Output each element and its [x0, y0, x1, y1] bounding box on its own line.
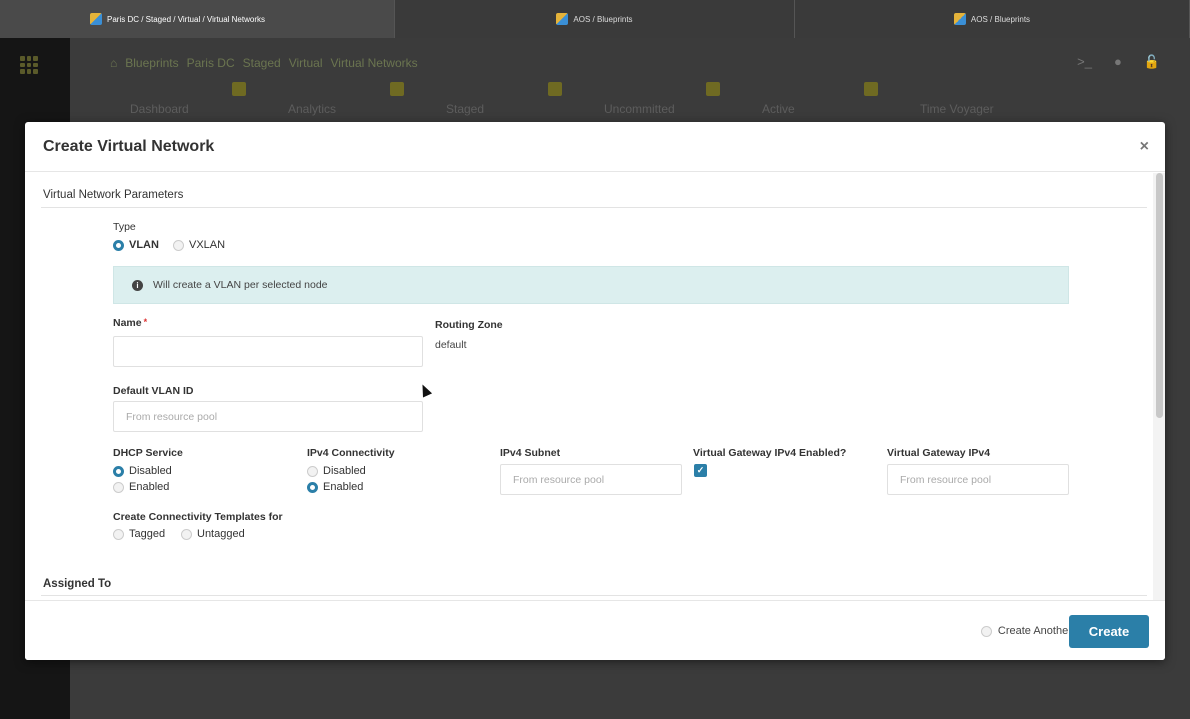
radio-label: Enabled [129, 481, 170, 493]
scrollbar-thumb[interactable] [1156, 173, 1163, 418]
ipv4-connectivity-label: IPv4 Connectivity [307, 447, 395, 459]
radio-unselected-icon [113, 528, 124, 540]
browser-tab-label: AOS / Blueprints [573, 14, 633, 24]
vgw-ipv4-enabled-checkbox[interactable]: ✓ [694, 464, 707, 477]
mouse-cursor-icon [417, 382, 433, 398]
tab-dashboard: Dashboard [110, 82, 268, 116]
radio-label: Enabled [323, 481, 364, 493]
create-another-toggle[interactable]: Create Another? [980, 625, 1078, 637]
radio-label: VLAN [129, 239, 159, 251]
ipv4-subnet-label: IPv4 Subnet [500, 447, 561, 459]
breadcrumb-item: Paris DC [186, 56, 235, 70]
browser-tab-label: AOS / Blueprints [970, 14, 1031, 24]
radio-label: Tagged [129, 528, 166, 540]
radio-label: Disabled [323, 465, 366, 477]
lock-icon: 🔓 [1143, 54, 1160, 69]
breadcrumb-item: Virtual Networks [330, 56, 418, 70]
modal-scrollbar[interactable] [1153, 173, 1165, 600]
browser-tab-aos-blueprints-2[interactable]: AOS / Blueprints [795, 0, 1190, 38]
aos-favicon-icon [90, 13, 102, 25]
radio-label: Untagged [197, 528, 245, 540]
type-radio-vxlan[interactable]: VXLAN [173, 239, 225, 251]
ipv4-radio-disabled[interactable]: Disabled [307, 465, 366, 477]
tab-staged: Staged [426, 82, 584, 116]
dhcp-service-label: DHCP Service [113, 447, 183, 459]
ipv4-radio-enabled[interactable]: Enabled [307, 481, 363, 493]
radio-unselected-icon [181, 528, 192, 540]
dhcp-radio-enabled[interactable]: Enabled [113, 481, 169, 493]
radio-selected-icon [113, 465, 124, 477]
close-icon[interactable]: × [1140, 139, 1149, 155]
info-banner: i Will create a VLAN per selected node [113, 266, 1069, 304]
app-logo-icon [20, 56, 38, 74]
name-label: Name * [113, 317, 148, 329]
terminal-icon: >_ [1077, 54, 1092, 69]
vgw-ipv4-enabled-label: Virtual Gateway IPv4 Enabled? [693, 447, 847, 459]
radio-label: Disabled [129, 465, 172, 477]
create-button[interactable]: Create [1069, 615, 1149, 648]
info-message: Will create a VLAN per selected node [153, 279, 328, 291]
tab-analytics: Analytics [268, 82, 426, 116]
default-vlan-id-label: Default VLAN ID [113, 385, 194, 397]
required-mark: * [143, 317, 148, 327]
home-icon: ⌂ [110, 56, 118, 70]
info-icon: i [132, 279, 143, 291]
section-divider [41, 207, 1147, 208]
browser-tab-strip: Paris DC / Staged / Virtual / Virtual Ne… [0, 0, 1190, 38]
conn-template-untagged[interactable]: Untagged [181, 528, 245, 540]
radio-unselected-icon [113, 481, 124, 493]
dhcp-radio-disabled[interactable]: Disabled [113, 465, 172, 477]
type-label: Type [113, 221, 136, 233]
settings-icon: ● [1113, 54, 1122, 69]
radio-unselected-icon [307, 465, 318, 477]
section-divider [41, 595, 1147, 596]
conn-templates-label: Create Connectivity Templates for [113, 511, 283, 523]
modal-title: Create Virtual Network [43, 137, 215, 155]
tab-active: Active [742, 82, 900, 116]
top-icons: >_ ● 🔓 [1077, 54, 1160, 70]
conn-template-tagged[interactable]: Tagged [113, 528, 165, 540]
aos-favicon-icon [556, 13, 569, 25]
radio-unselected-icon [173, 239, 184, 251]
radio-selected-icon [307, 481, 318, 493]
create-virtual-network-modal: Create Virtual Network × Virtual Network… [25, 122, 1165, 660]
ipv4-subnet-input[interactable]: From resource pool [500, 464, 682, 495]
type-radio-vlan[interactable]: VLAN [113, 239, 159, 251]
name-input[interactable] [113, 336, 423, 367]
breadcrumb: ⌂ Blueprints Paris DC Staged Virtual Vir… [110, 56, 418, 70]
create-another-label: Create Another? [997, 625, 1078, 637]
aos-favicon-icon [953, 13, 966, 25]
modal-footer: Create Another? Create [25, 600, 1165, 660]
breadcrumb-item: Virtual [288, 56, 323, 70]
default-vlan-id-input[interactable]: From resource pool [113, 401, 423, 432]
routing-zone-value: default [435, 339, 467, 351]
routing-zone-label: Routing Zone [435, 319, 503, 331]
radio-label: VXLAN [189, 239, 226, 251]
browser-tab-aos-blueprints[interactable]: AOS / Blueprints [395, 0, 795, 38]
radio-selected-icon [113, 239, 124, 251]
tab-time-voyager: Time Voyager [920, 102, 994, 116]
blueprint-nav-tabs: Dashboard Analytics Staged Uncommitted A… [110, 82, 1058, 116]
tab-uncommitted: Uncommitted [584, 82, 742, 116]
vgw-ipv4-label: Virtual Gateway IPv4 [887, 447, 991, 459]
section-title-parameters: Virtual Network Parameters [43, 189, 184, 201]
browser-tab-label: Paris DC / Staged / Virtual / Virtual Ne… [107, 14, 265, 24]
browser-tab-paris-dc[interactable]: Paris DC / Staged / Virtual / Virtual Ne… [0, 0, 395, 38]
section-title-assigned-to: Assigned To [43, 578, 112, 590]
vgw-ipv4-input[interactable]: From resource pool [887, 464, 1069, 495]
breadcrumb-item: Blueprints [125, 56, 179, 70]
modal-header: Create Virtual Network × [25, 122, 1165, 172]
modal-body: Virtual Network Parameters Type VLAN VXL… [25, 173, 1153, 600]
checkbox-unchecked-icon [980, 625, 992, 637]
breadcrumb-item: Staged [242, 56, 281, 70]
